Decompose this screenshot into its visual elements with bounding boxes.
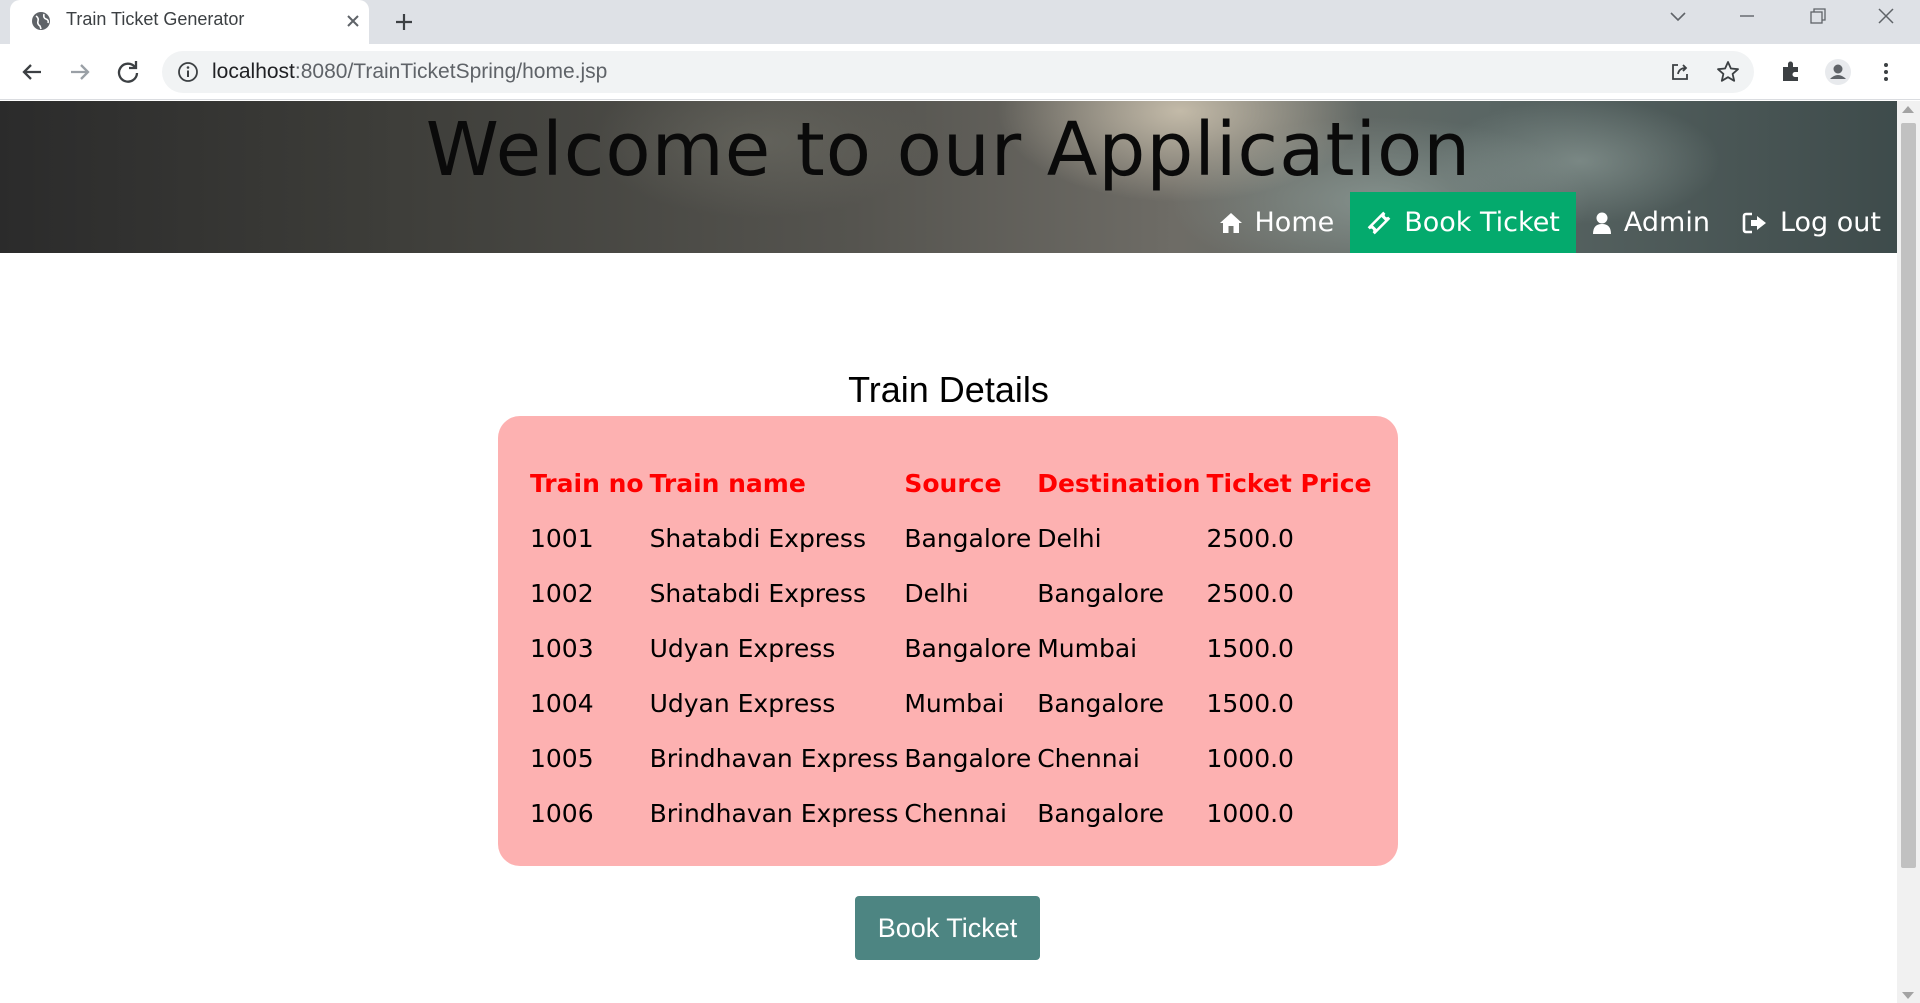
table-row: 1004 Udyan Express Mumbai Bangalore 1500…: [530, 676, 1372, 731]
reload-icon[interactable]: [110, 54, 146, 90]
cell-train-name: Brindhavan Express: [649, 744, 899, 773]
nav-item-admin[interactable]: Admin: [1576, 192, 1726, 253]
address-bar[interactable]: localhost:8080/TrainTicketSpring/home.js…: [162, 51, 1754, 93]
column-header-destination: Destination: [1037, 469, 1201, 498]
page-scrollbar[interactable]: [1897, 101, 1920, 1003]
cell-train-no: 1003: [530, 634, 594, 663]
sign-out-icon: [1742, 212, 1766, 233]
header-title: Welcome to our Application: [425, 107, 1472, 193]
cell-ticket-price: 2500.0: [1206, 579, 1294, 608]
nav-label-home: Home: [1254, 207, 1335, 238]
cell-destination: Mumbai: [1037, 634, 1138, 663]
restore-icon[interactable]: [1797, 2, 1837, 32]
top-nav: Home Book Ticket Admin Log out: [1203, 192, 1898, 253]
section-title: Train Details: [848, 369, 1049, 410]
close-window-icon[interactable]: [1866, 2, 1906, 32]
cell-ticket-price: 1000.0: [1206, 799, 1294, 828]
extensions-icon[interactable]: [1773, 54, 1809, 90]
profile-avatar-icon[interactable]: [1820, 54, 1856, 90]
nav-label-logout: Log out: [1779, 207, 1881, 238]
page-viewport: Welcome to our Application Home Book Tic…: [0, 101, 1897, 1003]
table-row: 1002 Shatabdi Express Delhi Bangalore 25…: [530, 566, 1372, 621]
cell-ticket-price: 2500.0: [1206, 524, 1294, 553]
tab-title: Train Ticket Generator: [66, 9, 245, 29]
back-icon[interactable]: [14, 54, 50, 90]
forward-icon[interactable]: [62, 54, 98, 90]
book-ticket-button[interactable]: Book Ticket: [855, 896, 1040, 960]
url-path: :8080/TrainTicketSpring/home.jsp: [294, 60, 608, 83]
cell-source: Bangalore: [904, 634, 1032, 663]
cell-ticket-price: 1000.0: [1206, 744, 1294, 773]
cell-source: Mumbai: [904, 689, 1005, 718]
column-header-train-name: Train name: [649, 469, 806, 498]
cell-train-no: 1002: [530, 579, 594, 608]
browser-tabstrip: Train Ticket Generator: [0, 0, 1920, 44]
scroll-up-arrow-icon[interactable]: [1902, 106, 1914, 113]
table-header-row: Train no Train name Source Destination T…: [530, 456, 1372, 511]
cell-destination: Chennai: [1037, 744, 1140, 773]
scrollbar-thumb[interactable]: [1901, 123, 1916, 868]
close-tab-icon[interactable]: [340, 8, 366, 34]
browser-toolbar: localhost:8080/TrainTicketSpring/home.js…: [0, 44, 1920, 100]
cell-train-name: Udyan Express: [649, 634, 836, 663]
table-row: 1001 Shatabdi Express Bangalore Delhi 25…: [530, 511, 1372, 566]
cell-train-no: 1001: [530, 524, 594, 553]
bookmark-star-icon[interactable]: [1715, 59, 1741, 85]
train-details-card: Train no Train name Source Destination T…: [498, 416, 1398, 866]
cell-destination: Bangalore: [1037, 579, 1165, 608]
cell-train-no: 1006: [530, 799, 594, 828]
table-row: 1006 Brindhavan Express Chennai Bangalor…: [530, 786, 1372, 841]
new-tab-icon[interactable]: [388, 6, 420, 38]
cell-ticket-price: 1500.0: [1206, 634, 1294, 663]
browser-tab[interactable]: Train Ticket Generator: [10, 0, 369, 44]
column-header-source: Source: [904, 469, 1002, 498]
nav-item-logout[interactable]: Log out: [1726, 192, 1897, 253]
home-icon: [1219, 212, 1242, 233]
cell-source: Bangalore: [904, 744, 1032, 773]
cell-ticket-price: 1500.0: [1206, 689, 1294, 718]
cell-source: Chennai: [904, 799, 1007, 828]
cell-train-no: 1004: [530, 689, 594, 718]
cell-source: Bangalore: [904, 524, 1032, 553]
column-header-train-no: Train no: [530, 469, 644, 498]
column-header-ticket-price: Ticket Price: [1206, 469, 1372, 498]
scroll-down-arrow-icon[interactable]: [1902, 992, 1914, 999]
cell-destination: Bangalore: [1037, 799, 1165, 828]
train-table: Train no Train name Source Destination T…: [524, 456, 1378, 841]
cell-train-no: 1005: [530, 744, 594, 773]
cell-source: Delhi: [904, 579, 969, 608]
table-row: 1003 Udyan Express Bangalore Mumbai 1500…: [530, 621, 1372, 676]
site-info-icon[interactable]: [176, 60, 200, 84]
url-text[interactable]: localhost:8080/TrainTicketSpring/home.js…: [212, 60, 607, 84]
cell-train-name: Shatabdi Express: [649, 579, 866, 608]
cell-destination: Bangalore: [1037, 689, 1165, 718]
nav-item-book-ticket[interactable]: Book Ticket: [1350, 192, 1576, 253]
nav-label-book-ticket: Book Ticket: [1404, 207, 1560, 238]
nav-label-admin: Admin: [1623, 207, 1710, 238]
share-icon[interactable]: [1668, 60, 1692, 84]
globe-icon: [32, 12, 50, 30]
cell-train-name: Brindhavan Express: [649, 799, 899, 828]
tab-search-icon[interactable]: [1658, 2, 1698, 32]
page-header: Welcome to our Application Home Book Tic…: [0, 101, 1897, 253]
nav-item-home[interactable]: Home: [1203, 192, 1351, 253]
url-host: localhost: [212, 60, 295, 83]
cell-train-name: Shatabdi Express: [649, 524, 866, 553]
cell-train-name: Udyan Express: [649, 689, 836, 718]
user-icon: [1592, 212, 1611, 234]
ticket-icon: [1367, 211, 1391, 234]
cell-destination: Delhi: [1037, 524, 1102, 553]
table-row: 1005 Brindhavan Express Bangalore Chenna…: [530, 731, 1372, 786]
minimize-icon[interactable]: [1727, 2, 1767, 32]
menu-kebab-icon[interactable]: [1868, 54, 1904, 90]
